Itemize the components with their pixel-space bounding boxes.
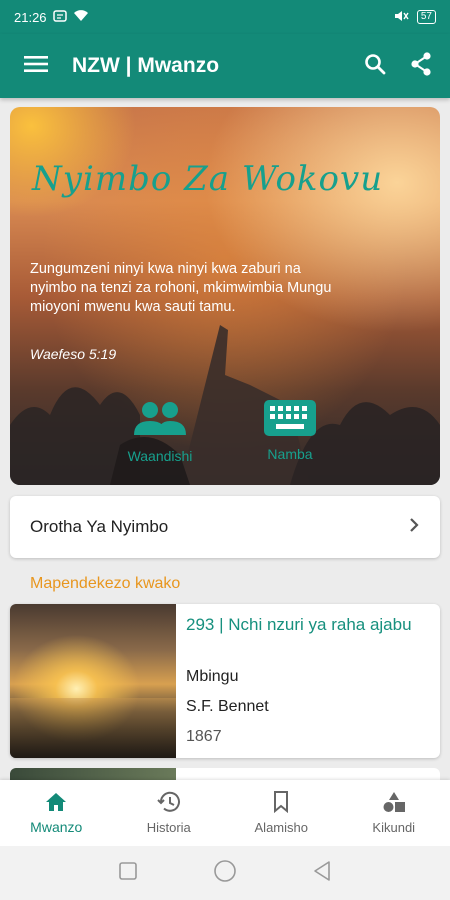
song-card[interactable]: 293 | Nchi nzuri ya raha ajabu Mbingu S.… [10, 604, 440, 758]
song-thumbnail [10, 604, 176, 758]
search-icon [364, 53, 386, 80]
notification-icon [52, 9, 67, 26]
recommendations-title: Mapendekezo kwako [30, 575, 181, 592]
recent-apps-button[interactable] [118, 861, 138, 886]
song-author: S.F. Bennet [186, 698, 269, 715]
page-title: NZW | Mwanzo [72, 54, 220, 77]
status-time: 21:26 [14, 9, 47, 25]
authors-button[interactable]: Waandishi [110, 399, 210, 469]
shapes-icon [382, 791, 406, 816]
hero-quote: Zungumzeni ninyi kwa ninyi kwa zaburi na… [30, 261, 332, 315]
status-bar: 21:26 57 [0, 0, 450, 34]
hero-banner: Nyimbo Za Wokovu Zungumzeni ninyi kwa ni… [10, 107, 440, 485]
song-list-card[interactable]: Orotha Ya Nyimbo [10, 496, 440, 558]
song-list-label: Orotha Ya Nyimbo [30, 517, 169, 536]
back-button[interactable] [312, 860, 332, 887]
battery-indicator: 57 [416, 10, 436, 24]
nav-bookmarks[interactable]: Alamisho [225, 780, 338, 846]
wifi-icon [73, 9, 89, 25]
nav-bookmarks-label: Alamisho [254, 820, 308, 835]
history-icon [157, 791, 181, 816]
number-button[interactable]: Namba [240, 399, 340, 469]
share-icon [410, 51, 432, 81]
chevron-right-icon [408, 517, 420, 538]
app-bar: NZW | Mwanzo [0, 34, 450, 98]
song-category: Mbingu [186, 668, 239, 685]
keyboard-icon [263, 399, 317, 440]
hero-reference: Waefeso 5:19 [30, 346, 117, 362]
search-button[interactable] [352, 34, 398, 98]
home-system-button[interactable] [213, 859, 237, 888]
song-year: 1867 [186, 728, 222, 745]
system-navigation-bar [0, 846, 450, 900]
nav-categories-label: Kikundi [372, 820, 416, 835]
nav-home-label: Mwanzo [30, 818, 83, 835]
menu-icon [24, 55, 48, 78]
bottom-navigation: Mwanzo Historia Alamisho Kikundi [0, 780, 450, 846]
people-icon [130, 399, 190, 442]
nav-categories[interactable]: Kikundi [338, 780, 450, 846]
bookmark-icon [273, 791, 289, 816]
authors-label: Waandishi [127, 448, 193, 464]
crowd-image [10, 325, 440, 485]
home-icon [45, 792, 67, 815]
menu-button[interactable] [0, 34, 72, 98]
mute-icon [393, 9, 409, 26]
nav-history[interactable]: Historia [113, 780, 226, 846]
nav-home[interactable]: Mwanzo [0, 780, 113, 846]
song-title: 293 | Nchi nzuri ya raha ajabu [186, 615, 412, 634]
hero-title: Nyimbo Za Wokovu [32, 159, 384, 199]
share-button[interactable] [398, 34, 444, 98]
number-label: Namba [267, 446, 313, 462]
nav-history-label: Historia [146, 820, 191, 835]
